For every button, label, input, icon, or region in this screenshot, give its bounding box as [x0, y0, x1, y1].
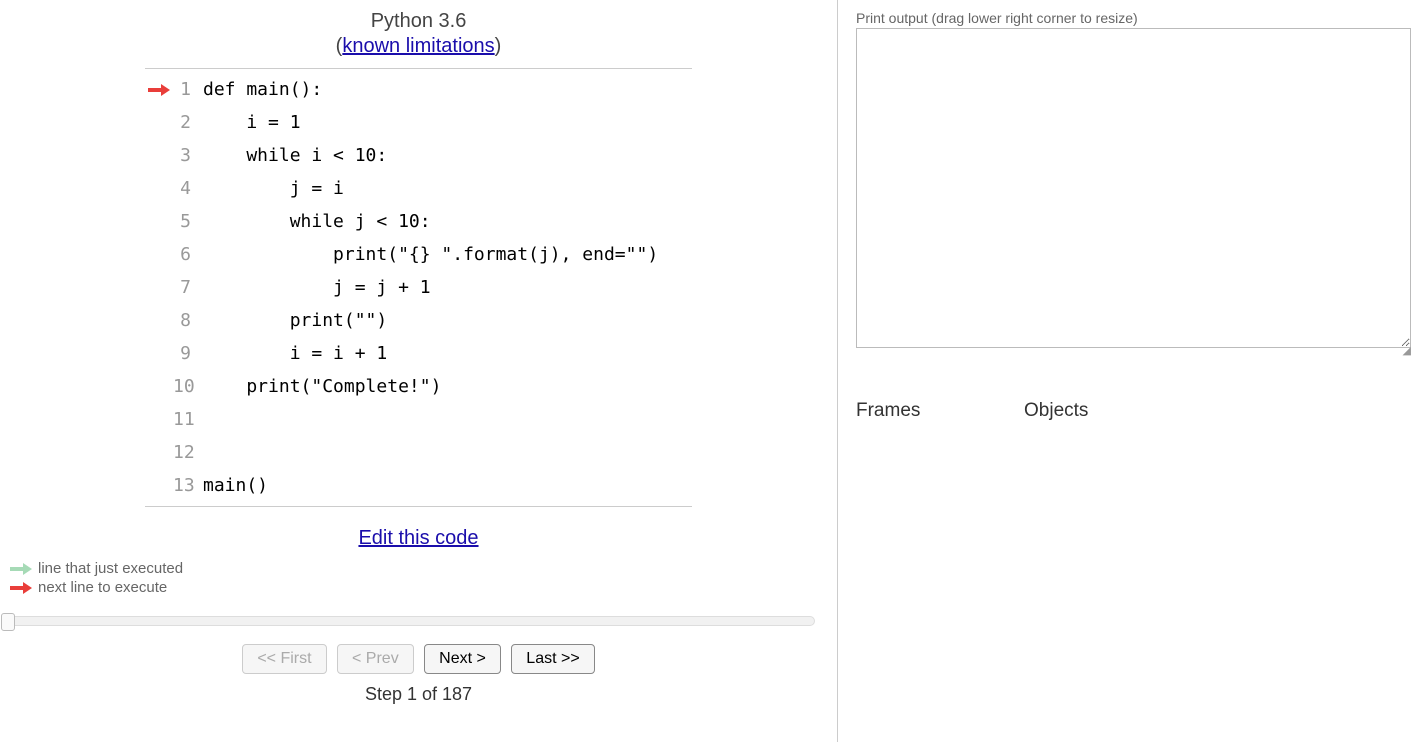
arrow-prev-icon — [10, 562, 32, 576]
arrow-next-icon — [10, 581, 32, 595]
prev-button[interactable]: < Prev — [337, 644, 414, 674]
step-slider[interactable] — [3, 616, 815, 626]
code-line: 1def main(): — [145, 73, 692, 106]
first-button[interactable]: << First — [242, 644, 326, 674]
line-number: 6 — [173, 244, 203, 265]
line-number: 11 — [173, 409, 203, 430]
line-number: 2 — [173, 112, 203, 133]
edit-code-wrap: Edit this code — [0, 527, 837, 550]
code-text: print("Complete!") — [203, 376, 441, 397]
code-text: main() — [203, 475, 268, 496]
known-limitations-link[interactable]: known limitations — [342, 35, 494, 57]
line-number: 12 — [173, 442, 203, 463]
line-number: 3 — [173, 145, 203, 166]
step-counter: Step 1 of 187 — [0, 684, 837, 705]
code-text: while j < 10: — [203, 211, 431, 232]
legend-next-line: next line to execute — [10, 579, 837, 596]
code-header: Python 3.6 (known limitations) — [0, 10, 837, 58]
code-area: 1def main():2 i = 13 while i < 10:4 j = … — [145, 68, 692, 507]
arrow-column — [145, 83, 173, 97]
code-line: 6 print("{} ".format(j), end="") — [145, 238, 692, 271]
code-line: 2 i = 1 — [145, 106, 692, 139]
last-button[interactable]: Last >> — [511, 644, 594, 674]
code-text: j = j + 1 — [203, 277, 431, 298]
line-number: 10 — [173, 376, 203, 397]
code-text: print("{} ".format(j), end="") — [203, 244, 658, 265]
line-number: 5 — [173, 211, 203, 232]
line-number: 7 — [173, 277, 203, 298]
limitations-line: (known limitations) — [0, 35, 837, 58]
left-panel: Python 3.6 (known limitations) 1def main… — [0, 0, 838, 742]
line-number: 9 — [173, 343, 203, 364]
step-slider-thumb[interactable] — [1, 613, 15, 631]
line-number: 4 — [173, 178, 203, 199]
objects-label: Objects — [1024, 400, 1088, 422]
output-label: Print output (drag lower right corner to… — [856, 10, 1428, 26]
code-line: 10 print("Complete!") — [145, 370, 692, 403]
code-line: 7 j = j + 1 — [145, 271, 692, 304]
current-line-arrow-icon — [148, 83, 170, 97]
right-panel: Print output (drag lower right corner to… — [838, 0, 1428, 742]
code-line: 3 while i < 10: — [145, 139, 692, 172]
code-text: j = i — [203, 178, 344, 199]
code-line: 9 i = i + 1 — [145, 337, 692, 370]
code-text: def main(): — [203, 79, 322, 100]
next-button[interactable]: Next > — [424, 644, 501, 674]
code-text: i = i + 1 — [203, 343, 387, 364]
frames-label: Frames — [856, 400, 1024, 422]
line-number: 8 — [173, 310, 203, 331]
legend-prev-text: line that just executed — [38, 560, 183, 577]
code-line: 12 — [145, 436, 692, 469]
legend: line that just executed next line to exe… — [10, 558, 837, 598]
vis-labels: Frames Objects — [856, 400, 1428, 422]
code-text: print("") — [203, 310, 387, 331]
code-line: 8 print("") — [145, 304, 692, 337]
code-line: 11 — [145, 403, 692, 436]
code-text: while i < 10: — [203, 145, 387, 166]
legend-prev-line: line that just executed — [10, 560, 837, 577]
language-title: Python 3.6 — [0, 10, 837, 33]
line-number: 13 — [173, 475, 203, 496]
code-line: 13main() — [145, 469, 692, 502]
line-number: 1 — [173, 79, 203, 100]
edit-code-link[interactable]: Edit this code — [358, 527, 478, 549]
code-line: 5 while j < 10: — [145, 205, 692, 238]
step-slider-wrap — [0, 616, 837, 626]
print-output-box[interactable] — [856, 28, 1411, 348]
code-text: i = 1 — [203, 112, 301, 133]
nav-controls: << First < Prev Next > Last >> — [0, 644, 837, 674]
legend-next-text: next line to execute — [38, 579, 167, 596]
code-line: 4 j = i — [145, 172, 692, 205]
